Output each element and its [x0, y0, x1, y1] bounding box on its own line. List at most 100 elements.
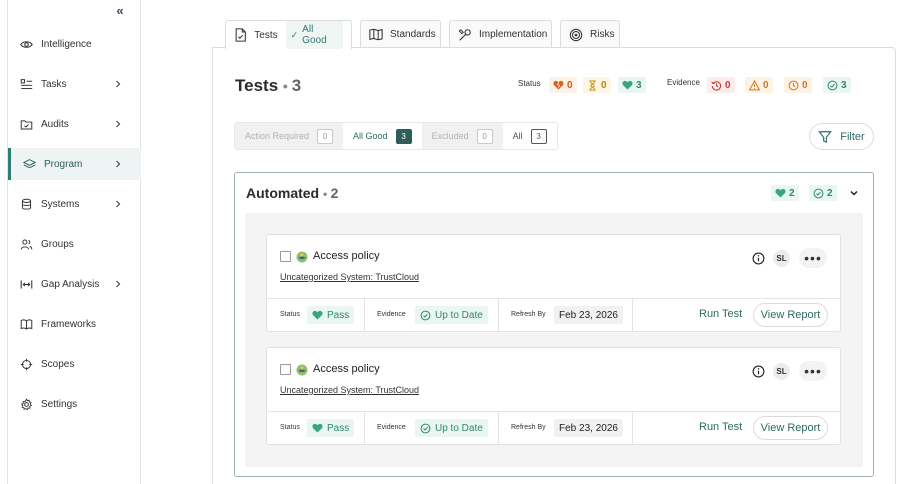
chevron-right-icon: [116, 120, 121, 128]
avatar[interactable]: SL: [773, 363, 790, 380]
tests-panel: Tests • 3 Status 0 0 3 Evidence 0 0 0 3 …: [212, 47, 896, 484]
count-badge: 3: [530, 128, 547, 144]
database-icon: [19, 197, 33, 211]
check-circle-icon: [827, 80, 838, 91]
more-options-icon[interactable]: •••: [799, 361, 827, 381]
pending-count-chip[interactable]: 0: [583, 77, 611, 93]
sidebar-item-systems[interactable]: Systems: [8, 188, 141, 220]
divider: [498, 412, 499, 445]
select-checkbox[interactable]: [280, 251, 291, 262]
sidebar-item-label: Settings: [41, 398, 78, 410]
tasks-icon: [19, 77, 33, 91]
divider: [498, 299, 499, 332]
refresh-label: Refresh By: [511, 424, 546, 431]
sidebar-item-scopes[interactable]: Scopes: [8, 348, 141, 380]
check-circle-icon: [420, 310, 431, 321]
clock-icon: [788, 80, 799, 91]
failing-count-chip[interactable]: 0: [549, 77, 577, 93]
run-test-button[interactable]: Run Test: [699, 308, 742, 320]
divider: [632, 412, 633, 445]
sidebar-item-label: Frameworks: [41, 318, 97, 330]
sidebar-item-label: Gap Analysis: [41, 278, 100, 290]
view-report-button[interactable]: View Report: [753, 416, 828, 440]
folder-check-icon: [19, 117, 33, 131]
tab-implementation[interactable]: Implementation: [449, 20, 552, 48]
refresh-date: Feb 23, 2026: [554, 306, 623, 324]
sidebar-item-program[interactable]: Program: [8, 148, 141, 180]
passing-count-chip[interactable]: 3: [618, 77, 646, 93]
history-icon: [711, 80, 722, 91]
filter-excluded[interactable]: Excluded 0: [421, 123, 503, 149]
sidebar-item-label: Tasks: [41, 78, 67, 90]
broken-heart-icon: [553, 80, 564, 91]
tab-label: Standards: [390, 29, 436, 40]
trustcloud-logo-icon: [296, 364, 308, 376]
status-badge: ✓ All Good: [285, 21, 343, 49]
check-circle-icon: [420, 423, 431, 434]
section-title: Automated • 2: [246, 185, 339, 201]
test-title[interactable]: Access policy: [313, 363, 380, 375]
refresh-date: Feb 23, 2026: [554, 419, 623, 437]
sidebar-item-audits[interactable]: Audits: [8, 108, 141, 140]
sidebar-item-tasks[interactable]: Tasks: [8, 68, 141, 100]
divider: [364, 299, 365, 332]
chevron-right-icon: [116, 160, 121, 168]
more-options-icon[interactable]: •••: [799, 248, 827, 268]
tab-standards[interactable]: Standards: [360, 20, 441, 48]
status-badge: Pass: [307, 306, 355, 324]
chevron-down-icon[interactable]: [848, 187, 860, 199]
sidebar-item-groups[interactable]: Groups: [8, 228, 141, 260]
heart-icon: [622, 80, 633, 91]
select-checkbox[interactable]: [280, 364, 291, 375]
sidebar-item-gap-analysis[interactable]: Gap Analysis: [8, 268, 141, 300]
sidebar-item-label: Intelligence: [41, 38, 92, 50]
current-count-chip[interactable]: 3: [823, 77, 851, 93]
sidebar-item-intelligence[interactable]: Intelligence: [8, 28, 141, 60]
test-title[interactable]: Access policy: [313, 250, 380, 262]
tab-tests[interactable]: Tests ✓ All Good: [225, 20, 352, 49]
filter-all[interactable]: All 3: [502, 123, 557, 149]
info-icon[interactable]: [752, 252, 765, 265]
info-icon[interactable]: [752, 365, 765, 378]
test-filter-segmented: Action Required 0 All Good 3 Excluded 0 …: [234, 122, 558, 150]
system-link[interactable]: Uncategorized System: TrustCloud: [280, 272, 419, 282]
warning-count-chip[interactable]: 0: [745, 77, 773, 93]
users-icon: [19, 237, 33, 251]
sidebar-item-frameworks[interactable]: Frameworks: [8, 308, 141, 340]
avatar[interactable]: SL: [773, 250, 790, 267]
due-soon-count-chip[interactable]: 0: [784, 77, 812, 93]
tab-risks[interactable]: Risks: [560, 20, 620, 48]
refresh-label: Refresh By: [511, 311, 546, 318]
overdue-count-chip[interactable]: 0: [707, 77, 735, 93]
heart-icon: [312, 423, 323, 434]
view-report-button[interactable]: View Report: [753, 303, 828, 327]
sidebar-item-settings[interactable]: Settings: [8, 388, 141, 420]
sidebar-item-label: Program: [44, 158, 83, 170]
filter-button[interactable]: Filter: [809, 123, 874, 150]
hourglass-icon: [587, 79, 598, 91]
evidence-label: Evidence: [377, 424, 406, 431]
gear-icon: [19, 397, 33, 411]
divider: [267, 298, 840, 299]
app-root: « Intelligence Tasks Audits Program Syst…: [0, 0, 900, 484]
section-current-chip: 2: [809, 185, 837, 201]
evidence-badge: Up to Date: [415, 306, 488, 324]
status-badge: Pass: [307, 419, 355, 437]
gap-analysis-icon: [19, 277, 33, 291]
test-card: Access policy Uncategorized System: Trus…: [266, 234, 841, 332]
chevron-right-icon: [116, 80, 121, 88]
heart-icon: [775, 188, 786, 199]
tab-label: Tests: [254, 29, 278, 41]
collapse-sidebar-icon[interactable]: «: [112, 3, 128, 19]
system-link[interactable]: Uncategorized System: TrustCloud: [280, 385, 419, 395]
status-summary-label: Status: [518, 79, 541, 88]
section-passing-chip: 2: [771, 185, 799, 201]
page-title: Tests • 3: [235, 76, 302, 95]
filter-action-required[interactable]: Action Required 0: [235, 123, 344, 149]
check-circle-icon: [813, 188, 824, 199]
filter-all-good[interactable]: All Good 3: [343, 123, 422, 149]
run-test-button[interactable]: Run Test: [699, 421, 742, 433]
tests-list: Access policy Uncategorized System: Trus…: [245, 213, 863, 467]
target-icon: [569, 28, 583, 42]
tab-label: Implementation: [479, 29, 548, 40]
